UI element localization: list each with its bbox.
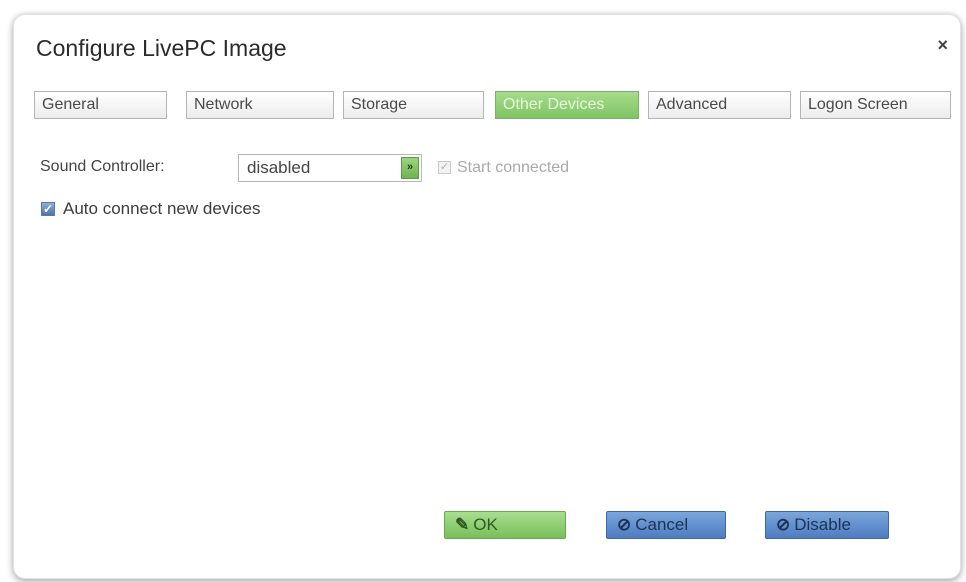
dialog-title: Configure LivePC Image <box>36 35 287 61</box>
tab-logon-screen[interactable]: Logon Screen <box>800 91 951 119</box>
start-connected-label: Start connected <box>457 159 570 176</box>
disable-button[interactable]: ⊘ Disable <box>765 511 889 539</box>
ok-label: OK <box>473 515 498 534</box>
pencil-icon: ✎ <box>455 515 470 534</box>
tab-network[interactable]: Network <box>186 91 334 119</box>
tab-general[interactable]: General <box>34 91 167 119</box>
auto-connect-label: Auto connect new devices <box>63 199 261 218</box>
disable-label: Disable <box>794 515 851 534</box>
start-connected-checkbox[interactable]: ✓ <box>438 161 451 174</box>
sound-controller-label: Sound Controller: <box>40 158 165 175</box>
no-entry-icon: ⊘ <box>617 515 632 534</box>
chevron-down-icon[interactable]: » <box>401 157 419 179</box>
cancel-button[interactable]: ⊘ Cancel <box>606 511 726 539</box>
tab-other-devices[interactable]: Other Devices <box>495 91 639 119</box>
tab-bar: General Network Storage Other Devices Ad… <box>34 91 952 121</box>
close-icon[interactable]: × <box>937 35 948 56</box>
tab-storage[interactable]: Storage <box>343 91 484 119</box>
cancel-label: Cancel <box>635 515 689 534</box>
sound-controller-select[interactable]: disabled » <box>238 154 422 182</box>
ok-button[interactable]: ✎ OK <box>444 511 566 539</box>
no-entry-icon: ⊘ <box>776 515 791 534</box>
tab-advanced[interactable]: Advanced <box>648 91 791 119</box>
auto-connect-checkbox[interactable]: ✓ <box>41 202 55 216</box>
sound-controller-value: disabled <box>247 158 311 177</box>
configure-dialog: Configure LivePC Image × General Network… <box>13 14 961 579</box>
